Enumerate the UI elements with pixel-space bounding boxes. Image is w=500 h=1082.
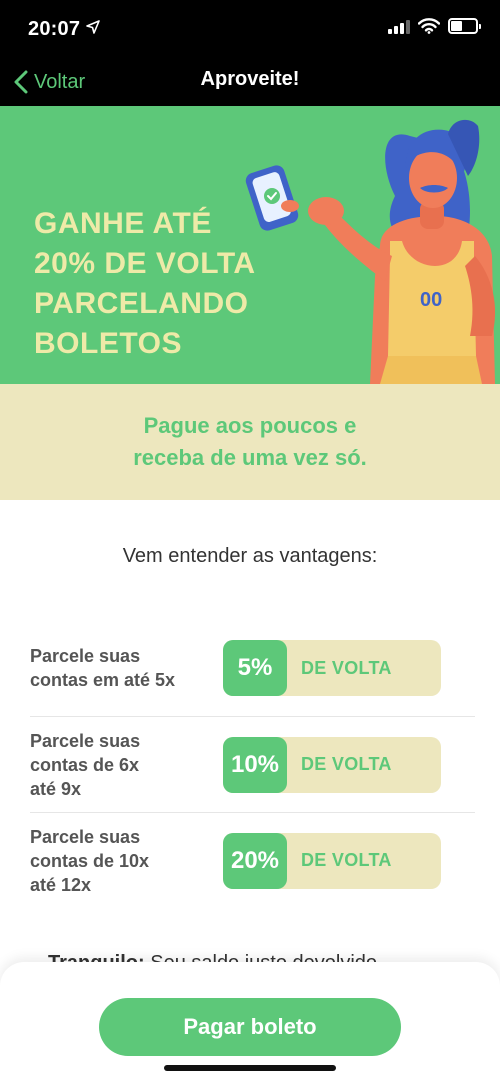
pay-boleto-button[interactable]: Pagar boleto	[99, 998, 401, 1056]
location-arrow-icon	[86, 20, 100, 34]
benefit-label-line: contas em até 5x	[30, 670, 176, 690]
bottom-sheet: Pagar boleto	[0, 962, 500, 1082]
cashback-pill: 20% DE VOLTA	[223, 832, 441, 889]
benefit-label: Parcele suas contas de 10x até 12x	[30, 825, 224, 897]
home-indicator	[164, 1065, 336, 1071]
tagline-line: Pague aos poucos e	[143, 413, 357, 438]
benefit-label-line: contas de 10x	[30, 850, 150, 871]
benefit-label-line: Parcele suas	[30, 826, 141, 847]
cashback-suffix: DE VOLTA	[301, 657, 392, 678]
cashback-percent-badge: 5%	[223, 640, 287, 696]
status-time: 20:07	[28, 18, 81, 40]
nav-bar: Voltar Aproveite!	[0, 60, 500, 106]
cashback-pill: 5% DE VOLTA	[223, 640, 441, 696]
benefit-label-line: Parcele suas	[30, 646, 141, 666]
tagline-line: receba de uma vez só.	[133, 445, 367, 470]
cashback-percent-badge: 10%	[223, 736, 287, 793]
benefit-row: Parcele suas contas em até 5x 5% DE VOLT…	[30, 620, 475, 716]
cashback-suffix: DE VOLTA	[301, 754, 392, 774]
status-bar: 20:07	[0, 0, 500, 60]
promo-hero: GANHE ATÉ 20% DE VOLTA PARCELANDO BOLETO…	[0, 106, 500, 384]
benefit-row: Parcele suas contas de 6x até 9x 10% DE …	[30, 716, 475, 812]
section-title: Vem entender as vantagens:	[122, 545, 378, 567]
jersey-number: 00	[420, 289, 442, 311]
cashback-pill: 10% DE VOLTA	[223, 736, 441, 793]
benefit-list: Parcele suas contas em até 5x 5% DE VOLT…	[30, 620, 475, 908]
benefit-label: Parcele suas contas de 6x até 9x	[30, 729, 224, 801]
benefit-label-line: contas de 6x	[30, 754, 140, 775]
page-title: Aproveite!	[200, 68, 300, 90]
battery-icon	[448, 18, 481, 34]
benefit-label-line: até 12x	[30, 874, 92, 895]
cashback-percent-badge: 20%	[223, 832, 287, 889]
benefit-label-line: até 9x	[30, 778, 82, 799]
signal-icon	[388, 18, 410, 34]
check-icon	[264, 188, 280, 204]
hero-illustration: 00	[245, 119, 496, 384]
benefit-label: Parcele suas contas em até 5x	[30, 644, 224, 692]
wifi-icon	[418, 18, 440, 34]
cashback-suffix: DE VOLTA	[301, 850, 392, 870]
tagline: Pague aos poucos e receba de uma vez só.	[133, 410, 367, 474]
benefit-row: Parcele suas contas de 10x até 12x 20% D…	[30, 812, 475, 908]
status-icons	[388, 18, 481, 34]
tagline-band: Pague aos poucos e receba de uma vez só.	[0, 384, 500, 500]
benefit-label-line: Parcele suas	[30, 730, 141, 751]
